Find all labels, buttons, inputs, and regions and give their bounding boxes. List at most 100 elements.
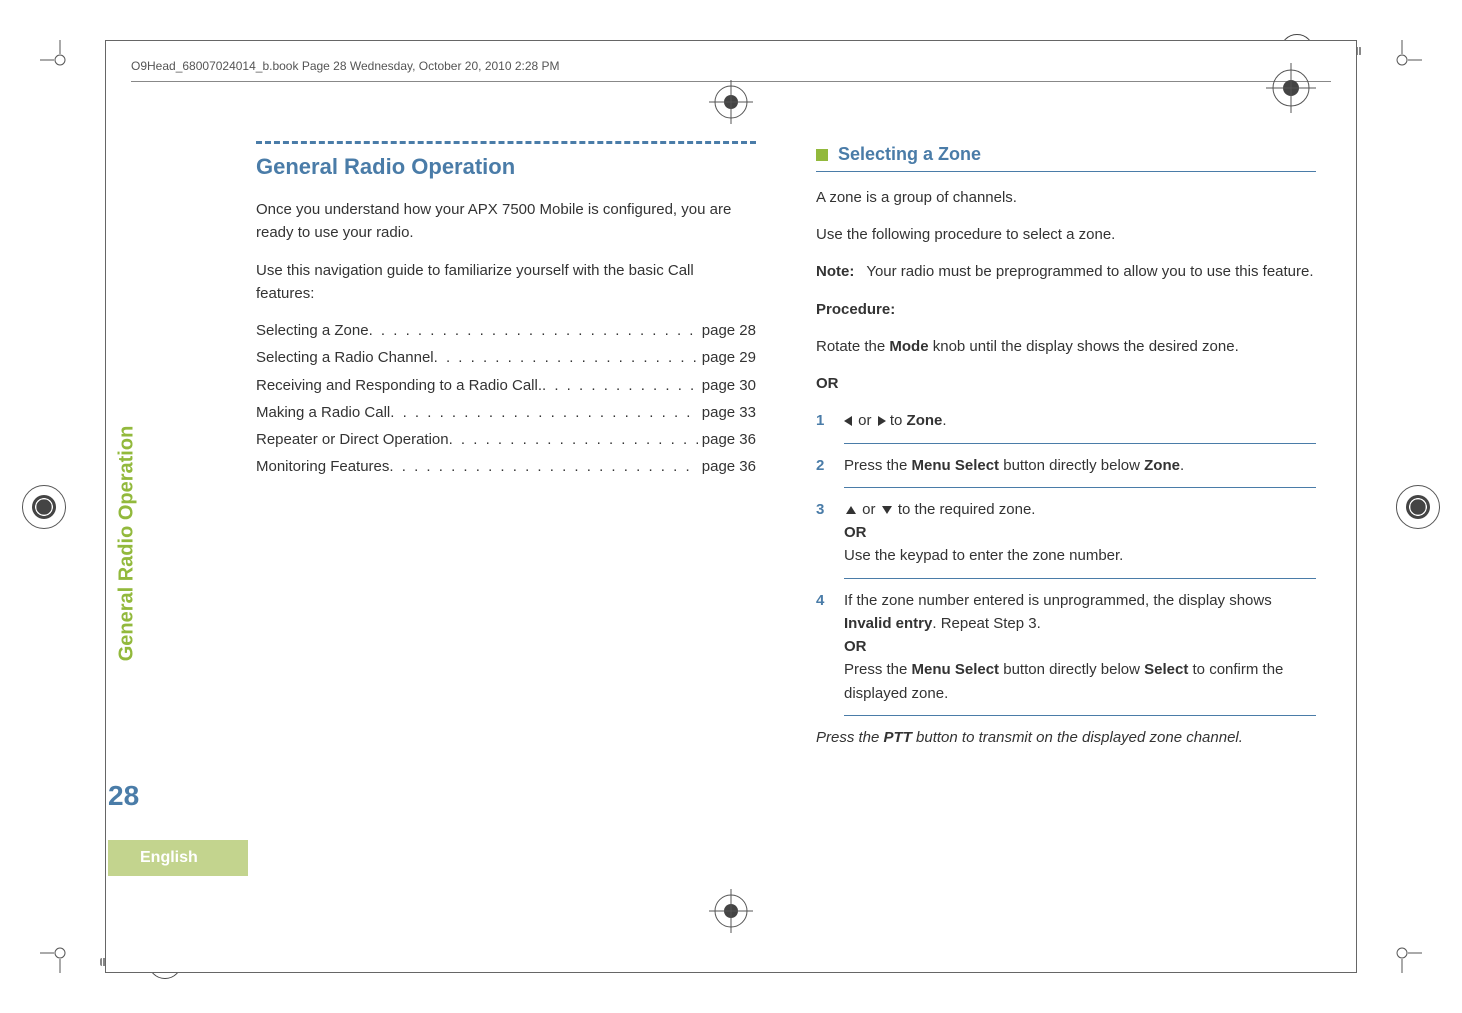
- step-divider: [844, 578, 1316, 579]
- step-number: 4: [816, 589, 832, 705]
- toc-page: page 28: [698, 319, 756, 342]
- toc-leader: [434, 346, 698, 369]
- left-column: General Radio Operation Once you underst…: [256, 141, 756, 942]
- crop-mark-bottom-right: [1382, 933, 1422, 973]
- step-row: 2 Press the Menu Select button directly …: [816, 454, 1316, 477]
- note-label: Note:: [816, 260, 854, 283]
- crop-mark-bottom-left: [40, 933, 80, 973]
- toc-leader: [449, 428, 698, 451]
- toc-leader: [389, 455, 697, 478]
- toc-page: page 29: [698, 346, 756, 369]
- body-paragraph: A zone is a group of channels.: [816, 186, 1316, 209]
- text-fragment: or: [858, 501, 880, 518]
- step-row: 1 or to Zone.: [816, 409, 1316, 432]
- text-fragment: knob until the display shows the desired…: [929, 338, 1239, 355]
- step-body: If the zone number entered is unprogramm…: [844, 589, 1316, 705]
- text-fragment: to the required zone.: [894, 501, 1036, 518]
- procedure-label: Procedure:: [816, 298, 1316, 321]
- toc-page: page 33: [698, 401, 756, 424]
- language-label: English: [140, 849, 198, 867]
- text-fragment: Press the: [844, 457, 912, 474]
- toc-label: Making a Radio Call: [256, 401, 390, 424]
- text-fragment: to: [886, 412, 907, 429]
- text-fragment: button to transmit on the displayed zone…: [912, 729, 1243, 746]
- note-body: Your radio must be preprogrammed to allo…: [866, 260, 1313, 283]
- step-body: or to Zone.: [844, 409, 1316, 432]
- right-column: Selecting a Zone A zone is a group of ch…: [816, 141, 1316, 942]
- toc-leader: [369, 319, 698, 342]
- step-divider: [844, 715, 1316, 716]
- toc-page: page 36: [698, 428, 756, 451]
- text-fragment: .: [1180, 457, 1184, 474]
- page-number: 28: [108, 780, 139, 812]
- title-dashed-rule: [256, 141, 756, 144]
- language-tab: English: [108, 840, 248, 876]
- side-tab: General Radio Operation: [108, 385, 146, 695]
- toc-label: Monitoring Features: [256, 455, 389, 478]
- running-header: O9Head_68007024014_b.book Page 28 Wednes…: [131, 59, 1331, 73]
- toc-label: Repeater or Direct Operation: [256, 428, 449, 451]
- side-tab-label: General Radio Operation: [116, 426, 139, 662]
- registration-mark-right: [1396, 485, 1440, 529]
- step-number: 2: [816, 454, 832, 477]
- or-label: OR: [844, 524, 867, 541]
- text-fragment: button directly below: [999, 457, 1144, 474]
- text-fragment: Press the: [816, 729, 884, 746]
- toc-label: Selecting a Zone: [256, 319, 369, 342]
- gutter-registration-top: [706, 77, 756, 127]
- crop-mark-top-right: [1382, 40, 1422, 80]
- intro-paragraph-1: Once you understand how your APX 7500 Mo…: [256, 198, 756, 245]
- step-body: Press the Menu Select button directly be…: [844, 454, 1316, 477]
- toc-page: page 36: [698, 455, 756, 478]
- closing-instruction: Press the PTT button to transmit on the …: [816, 726, 1316, 749]
- step-body: or to the required zone. OR Use the keyp…: [844, 498, 1316, 568]
- toc-row: Monitoring Features page 36: [256, 455, 756, 478]
- text-fragment: Use the keypad to enter the zone number.: [844, 547, 1123, 564]
- menu-select-label: Menu Select: [912, 457, 1000, 474]
- step-row: 3 or to the required zone. OR Use the ke…: [816, 498, 1316, 568]
- crop-mark-top-left: [40, 40, 80, 80]
- toc-row: Repeater or Direct Operation page 36: [256, 428, 756, 451]
- header-registration-icon: [1266, 63, 1316, 113]
- nav-down-icon: [882, 506, 892, 514]
- toc-label: Receiving and Responding to a Radio Call…: [256, 374, 542, 397]
- menu-select-label: Menu Select: [912, 661, 1000, 678]
- step-divider: [844, 443, 1316, 444]
- note-block: Note: Your radio must be preprogrammed t…: [816, 260, 1316, 283]
- toc-leader: [542, 374, 698, 397]
- toc-row: Selecting a Radio Channel page 29: [256, 346, 756, 369]
- zone-softkey-label: Zone: [1144, 457, 1180, 474]
- step-number: 1: [816, 409, 832, 432]
- or-label: OR: [816, 372, 1316, 395]
- text-fragment: Rotate the: [816, 338, 889, 355]
- toc-page: page 30: [698, 374, 756, 397]
- nav-left-icon: [844, 416, 852, 426]
- zone-softkey-label: Zone: [907, 412, 943, 429]
- nav-right-icon: [878, 416, 886, 426]
- toc-row: Making a Radio Call page 33: [256, 401, 756, 424]
- mode-knob-label: Mode: [889, 338, 928, 355]
- procedure-rotate-line: Rotate the Mode knob until the display s…: [816, 335, 1316, 358]
- text-fragment: Press the: [844, 661, 912, 678]
- ptt-label: PTT: [884, 729, 912, 746]
- invalid-entry-label: Invalid entry: [844, 615, 932, 632]
- or-label: OR: [844, 638, 867, 655]
- step-divider: [844, 487, 1316, 488]
- toc-row: Receiving and Responding to a Radio Call…: [256, 374, 756, 397]
- text-fragment: button directly below: [999, 661, 1144, 678]
- toc-leader: [390, 401, 698, 424]
- body-paragraph: Use the following procedure to select a …: [816, 223, 1316, 246]
- subsection-heading: Selecting a Zone: [838, 141, 981, 169]
- subsection-bullet-icon: [816, 149, 828, 161]
- select-softkey-label: Select: [1144, 661, 1188, 678]
- text-fragment: . Repeat Step 3.: [932, 615, 1040, 632]
- nav-up-icon: [846, 506, 856, 514]
- step-number: 3: [816, 498, 832, 568]
- page-frame: O9Head_68007024014_b.book Page 28 Wednes…: [105, 40, 1357, 973]
- toc-label: Selecting a Radio Channel: [256, 346, 434, 369]
- registration-mark-left: [22, 485, 66, 529]
- text-fragment: If the zone number entered is unprogramm…: [844, 592, 1272, 609]
- intro-paragraph-2: Use this navigation guide to familiarize…: [256, 259, 756, 306]
- subsection-underline: [816, 171, 1316, 172]
- text-fragment: .: [942, 412, 946, 429]
